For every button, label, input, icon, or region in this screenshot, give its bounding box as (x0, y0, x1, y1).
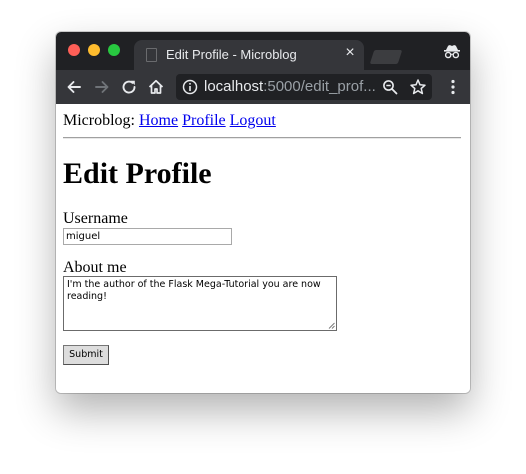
submit-button[interactable]: Submit (63, 345, 109, 365)
site-nav: Microblog: Home Profile Logout (63, 112, 276, 130)
about-me-label: About me (63, 259, 127, 276)
back-icon[interactable] (65, 78, 83, 96)
about-me-textarea[interactable]: I'm the author of the Flask Mega-Tutoria… (63, 276, 337, 331)
new-tab-button[interactable] (369, 50, 403, 64)
about-me-text: I'm the author of the Flask Mega-Tutoria… (67, 279, 321, 302)
minimize-window-button[interactable] (88, 44, 100, 56)
nav-link-logout[interactable]: Logout (230, 112, 276, 129)
info-icon[interactable] (182, 79, 198, 95)
maximize-window-button[interactable] (108, 44, 120, 56)
nav-divider (63, 137, 461, 139)
zoom-icon[interactable] (382, 79, 398, 95)
close-window-button[interactable] (68, 44, 80, 56)
tab-title: Edit Profile - Microblog (166, 47, 297, 62)
username-field[interactable]: miguel (63, 228, 232, 245)
browser-tab[interactable]: Edit Profile - Microblog × (134, 40, 364, 70)
page-content: Microblog: Home Profile Logout Edit Prof… (56, 104, 470, 393)
reload-icon[interactable] (120, 78, 138, 96)
brand-label: Microblog: (63, 112, 135, 129)
url-host: localhost (204, 78, 264, 95)
page-favicon-icon (146, 48, 157, 62)
browser-window: Edit Profile - Microblog × localhost:500… (56, 32, 470, 393)
resize-handle-icon[interactable] (328, 322, 335, 329)
address-bar[interactable]: localhost:5000/edit_prof... (176, 74, 432, 100)
star-icon[interactable] (409, 78, 427, 96)
incognito-icon (444, 45, 460, 59)
nav-link-profile[interactable]: Profile (182, 112, 226, 129)
page-title: Edit Profile (63, 157, 212, 190)
username-label: Username (63, 210, 128, 227)
home-icon[interactable] (147, 78, 165, 96)
close-icon[interactable]: × (342, 45, 358, 61)
browser-toolbar: localhost:5000/edit_prof... (56, 70, 470, 104)
tab-strip: Edit Profile - Microblog × (56, 32, 470, 70)
url-path: :5000/edit_prof... (263, 78, 376, 95)
menu-icon[interactable] (444, 78, 462, 96)
url-text[interactable]: localhost:5000/edit_prof... (204, 78, 376, 96)
forward-icon[interactable] (93, 78, 111, 96)
nav-link-home[interactable]: Home (139, 112, 178, 129)
